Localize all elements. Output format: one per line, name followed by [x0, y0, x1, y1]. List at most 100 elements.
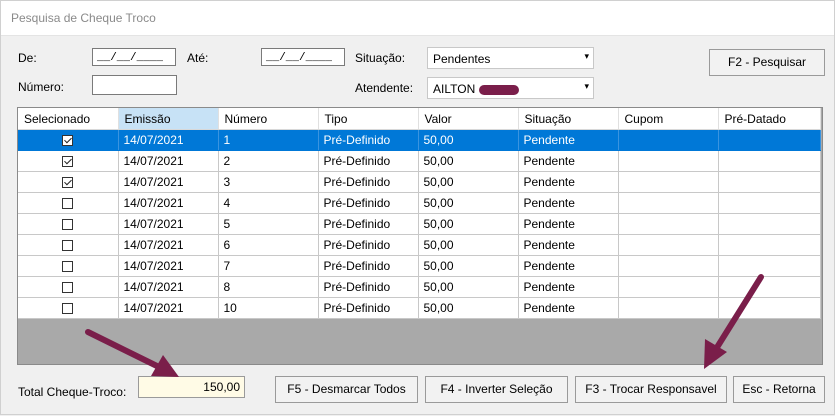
- row-checkbox[interactable]: [62, 198, 74, 210]
- table-row[interactable]: 14/07/2021 5 Pré-Definido 50,00 Pendente: [18, 213, 821, 235]
- situacao-cell: Pendente: [518, 276, 619, 298]
- retorna-button[interactable]: Esc - Retorna: [733, 376, 825, 403]
- cheque-grid[interactable]: Selecionado Emissão Número Tipo Valor Si…: [17, 107, 823, 365]
- situacao-cell: Pendente: [518, 213, 619, 235]
- tipo-cell: Pré-Definido: [318, 234, 419, 256]
- selecionado-cell[interactable]: [18, 297, 119, 319]
- desmarcar-todos-button[interactable]: F5 - Desmarcar Todos: [275, 376, 418, 403]
- cheque-table: Selecionado Emissão Número Tipo Valor Si…: [18, 108, 821, 319]
- column-header-numero[interactable]: Número: [218, 108, 319, 130]
- column-header-emissao[interactable]: Emissão: [118, 108, 219, 130]
- chevron-down-icon: ▾: [584, 81, 589, 91]
- valor-cell: 50,00: [418, 129, 519, 151]
- tipo-cell: Pré-Definido: [318, 255, 419, 277]
- predatado-cell: [718, 213, 821, 235]
- situacao-cell: Pendente: [518, 129, 619, 151]
- cheque-troco-window: Pesquisa de Cheque Troco De: __/__/____ …: [0, 0, 835, 415]
- row-checkbox[interactable]: [62, 177, 74, 189]
- emissao-cell: 14/07/2021: [118, 171, 219, 193]
- emissao-cell: 14/07/2021: [118, 129, 219, 151]
- numero-cell: 5: [218, 213, 319, 235]
- cupom-cell: [618, 213, 719, 235]
- pesquisar-button[interactable]: F2 - Pesquisar: [709, 49, 825, 76]
- tipo-cell: Pré-Definido: [318, 276, 419, 298]
- atendente-select[interactable]: AILTON ▾: [427, 77, 594, 99]
- tipo-cell: Pré-Definido: [318, 297, 419, 319]
- inverter-selecao-button[interactable]: F4 - Inverter Seleção: [425, 376, 568, 403]
- cupom-cell: [618, 234, 719, 256]
- emissao-cell: 14/07/2021: [118, 255, 219, 277]
- cupom-cell: [618, 192, 719, 214]
- selecionado-cell[interactable]: [18, 192, 119, 214]
- selecionado-cell[interactable]: [18, 276, 119, 298]
- numero-cell: 10: [218, 297, 319, 319]
- column-header-predatado[interactable]: Pré-Datado: [718, 108, 821, 130]
- row-checkbox[interactable]: [62, 135, 74, 147]
- selecionado-cell[interactable]: [18, 213, 119, 235]
- situacao-cell: Pendente: [518, 171, 619, 193]
- cupom-cell: [618, 276, 719, 298]
- selecionado-cell[interactable]: [18, 234, 119, 256]
- emissao-cell: 14/07/2021: [118, 150, 219, 172]
- row-checkbox[interactable]: [62, 261, 74, 273]
- atendente-label: Atendente:: [355, 81, 414, 95]
- table-row[interactable]: 14/07/2021 8 Pré-Definido 50,00 Pendente: [18, 276, 821, 298]
- predatado-cell: [718, 192, 821, 214]
- numero-cell: 8: [218, 276, 319, 298]
- predatado-cell: [718, 276, 821, 298]
- row-checkbox[interactable]: [62, 156, 74, 168]
- predatado-cell: [718, 255, 821, 277]
- title-bar: Pesquisa de Cheque Troco: [1, 1, 834, 36]
- emissao-cell: 14/07/2021: [118, 234, 219, 256]
- column-header-tipo[interactable]: Tipo: [318, 108, 419, 130]
- row-checkbox[interactable]: [62, 240, 74, 252]
- row-checkbox[interactable]: [62, 303, 74, 315]
- column-header-selecionado[interactable]: Selecionado: [18, 108, 119, 130]
- trocar-responsavel-button[interactable]: F3 - Trocar Responsavel: [575, 376, 727, 403]
- column-header-situacao[interactable]: Situação: [518, 108, 619, 130]
- table-row[interactable]: 14/07/2021 3 Pré-Definido 50,00 Pendente: [18, 171, 821, 193]
- valor-cell: 50,00: [418, 297, 519, 319]
- valor-cell: 50,00: [418, 255, 519, 277]
- selecionado-cell[interactable]: [18, 150, 119, 172]
- situacao-cell: Pendente: [518, 150, 619, 172]
- table-row[interactable]: 14/07/2021 4 Pré-Definido 50,00 Pendente: [18, 192, 821, 214]
- numero-cell: 1: [218, 129, 319, 151]
- table-row[interactable]: 14/07/2021 10 Pré-Definido 50,00 Pendente: [18, 297, 821, 319]
- window-title: Pesquisa de Cheque Troco: [11, 11, 156, 25]
- situacao-label: Situação:: [355, 51, 406, 65]
- row-checkbox[interactable]: [62, 219, 74, 231]
- table-row[interactable]: 14/07/2021 1 Pré-Definido 50,00 Pendente: [18, 129, 821, 151]
- numero-cell: 6: [218, 234, 319, 256]
- selecionado-cell[interactable]: [18, 255, 119, 277]
- tipo-cell: Pré-Definido: [318, 192, 419, 214]
- numero-field[interactable]: [92, 75, 177, 95]
- atendente-value-wrap: AILTON: [433, 82, 520, 96]
- tipo-cell: Pré-Definido: [318, 150, 419, 172]
- emissao-cell: 14/07/2021: [118, 297, 219, 319]
- emissao-cell: 14/07/2021: [118, 213, 219, 235]
- tipo-cell: Pré-Definido: [318, 171, 419, 193]
- situacao-select[interactable]: Pendentes ▾: [427, 47, 594, 69]
- table-row[interactable]: 14/07/2021 6 Pré-Definido 50,00 Pendente: [18, 234, 821, 256]
- valor-cell: 50,00: [418, 150, 519, 172]
- tipo-cell: Pré-Definido: [318, 213, 419, 235]
- numero-cell: 7: [218, 255, 319, 277]
- situacao-cell: Pendente: [518, 255, 619, 277]
- predatado-cell: [718, 150, 821, 172]
- valor-cell: 50,00: [418, 171, 519, 193]
- selecionado-cell[interactable]: [18, 129, 119, 151]
- valor-cell: 50,00: [418, 234, 519, 256]
- cupom-cell: [618, 171, 719, 193]
- emissao-cell: 14/07/2021: [118, 192, 219, 214]
- table-row[interactable]: 14/07/2021 7 Pré-Definido 50,00 Pendente: [18, 255, 821, 277]
- ate-label: Até:: [187, 51, 209, 65]
- row-checkbox[interactable]: [62, 282, 74, 294]
- de-date-field[interactable]: __/__/____: [92, 48, 176, 66]
- selecionado-cell[interactable]: [18, 171, 119, 193]
- column-header-cupom[interactable]: Cupom: [618, 108, 719, 130]
- ate-date-field[interactable]: __/__/____: [261, 48, 345, 66]
- column-header-valor[interactable]: Valor: [418, 108, 519, 130]
- table-row[interactable]: 14/07/2021 2 Pré-Definido 50,00 Pendente: [18, 150, 821, 172]
- table-header-row: Selecionado Emissão Número Tipo Valor Si…: [18, 108, 821, 130]
